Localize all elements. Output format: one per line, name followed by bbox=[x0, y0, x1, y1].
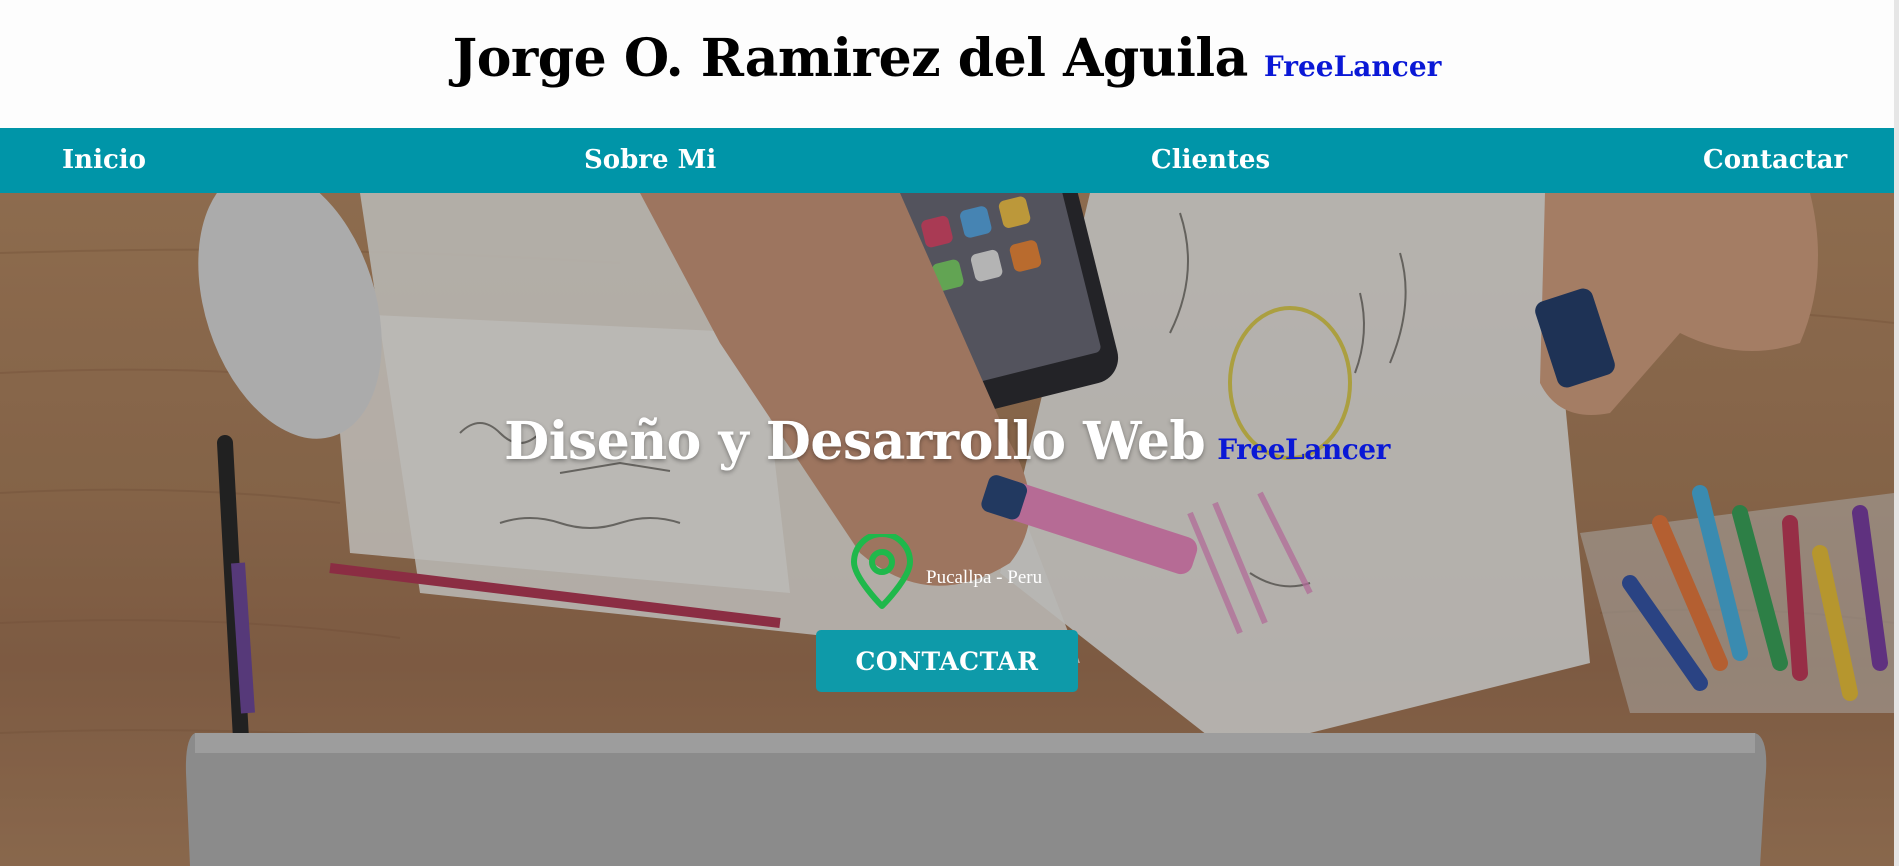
main-nav: Inicio Sobre Mi Clientes Contactar bbox=[0, 128, 1894, 193]
site-title-text: Jorge O. Ramirez del Aguila bbox=[452, 27, 1249, 89]
nav-item-sobre-mi[interactable]: Sobre Mi bbox=[584, 128, 716, 193]
location-text: Pucallpa - Peru bbox=[926, 567, 1043, 588]
location: Pucallpa - Peru bbox=[848, 531, 1043, 614]
map-pin-icon bbox=[848, 531, 916, 614]
hero-title-tag: FreeLancer bbox=[1217, 433, 1390, 466]
contactar-button[interactable]: CONTACTAR bbox=[816, 630, 1078, 692]
nav-item-clientes[interactable]: Clientes bbox=[1151, 128, 1270, 193]
hero-title: Diseño y Desarrollo Web FreeLancer bbox=[0, 411, 1894, 472]
window-edge bbox=[1894, 0, 1899, 866]
nav-item-inicio[interactable]: Inicio bbox=[62, 128, 146, 193]
site-title-tag: FreeLancer bbox=[1263, 49, 1442, 83]
hero-title-text: Diseño y Desarrollo Web bbox=[504, 411, 1206, 472]
nav-item-contactar[interactable]: Contactar bbox=[1703, 128, 1847, 193]
hero-overlay bbox=[0, 193, 1894, 866]
site-header: Jorge O. Ramirez del Aguila FreeLancer bbox=[0, 0, 1894, 128]
hero-section: Diseño y Desarrollo Web FreeLancer Pucall… bbox=[0, 193, 1894, 866]
site-title: Jorge O. Ramirez del Aguila FreeLancer bbox=[453, 28, 1442, 89]
